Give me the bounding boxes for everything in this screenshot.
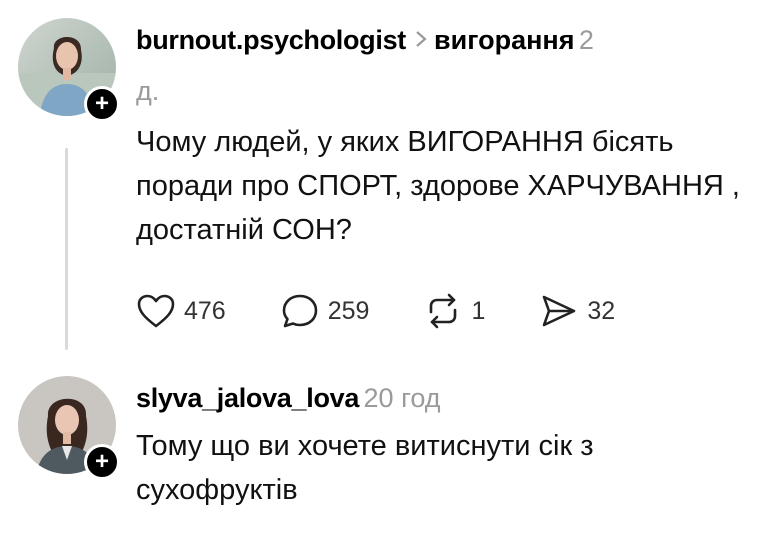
reply-text: Тому що ви хочете витиснути сік з сухофр… (136, 430, 594, 506)
like-button[interactable]: 476 (136, 293, 226, 329)
chevron-right-icon (414, 24, 428, 60)
post-header: burnout.psychologist вигорання 2 (136, 22, 756, 63)
post-username[interactable]: burnout.psychologist (136, 25, 406, 55)
share-count: 32 (587, 296, 616, 325)
like-count: 476 (184, 296, 226, 325)
post-time-unit: д. (136, 76, 160, 106)
reply-header: slyva_jalova_lova 20 год (136, 380, 756, 421)
follow-plus-icon[interactable]: + (84, 444, 120, 480)
follow-plus-icon[interactable]: + (84, 86, 120, 122)
share-button[interactable]: 32 (539, 292, 615, 330)
post-time: 2 (578, 25, 594, 55)
repost-icon (423, 292, 463, 330)
thread-line (65, 148, 68, 350)
reply-avatar[interactable]: + (18, 376, 120, 480)
reply-time: 20 год (363, 383, 441, 413)
repost-button[interactable]: 1 (423, 292, 485, 330)
heart-icon (136, 293, 176, 329)
post-actions: 476 259 1 32 (136, 292, 669, 330)
comment-count: 259 (327, 296, 370, 325)
post-avatar[interactable]: + (18, 18, 120, 122)
comment-button[interactable]: 259 (280, 292, 370, 330)
post-topic-tag[interactable]: вигорання (434, 25, 574, 55)
reply-username[interactable]: slyva_jalova_lova (136, 383, 359, 413)
post-text: Чому людей, у яких ВИГОРАННЯ бісять пора… (136, 126, 740, 246)
comment-bubble-icon (280, 292, 320, 330)
repost-count: 1 (471, 296, 486, 325)
send-icon (539, 292, 579, 330)
